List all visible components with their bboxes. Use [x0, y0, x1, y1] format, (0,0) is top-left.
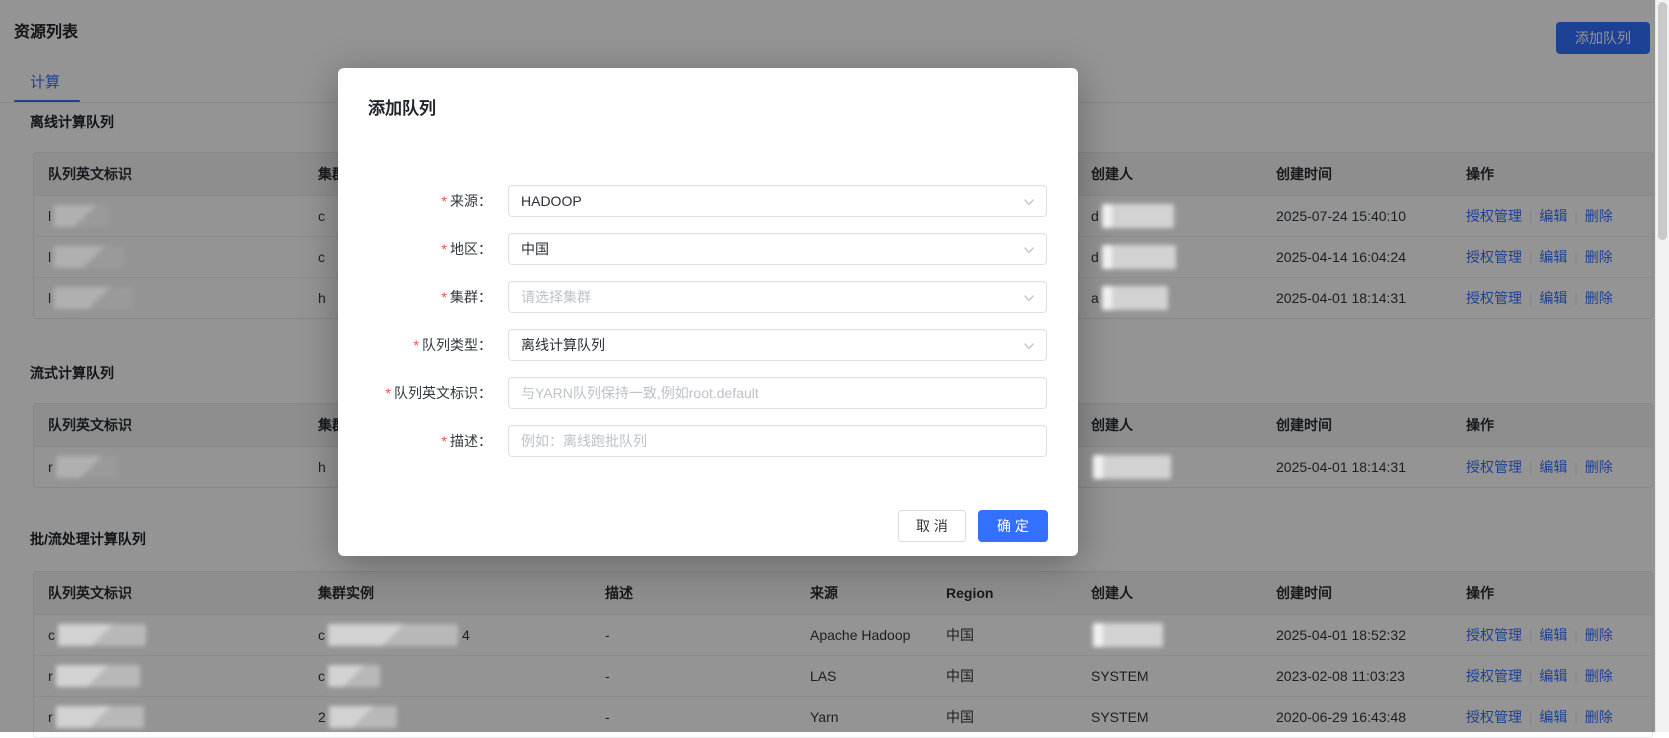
form-row: * 描述： — [368, 425, 1048, 457]
form-label: * 队列类型： — [413, 337, 492, 353]
form-select-离线计算队列[interactable]: 离线计算队列 — [508, 329, 1047, 361]
required-star: * — [441, 193, 447, 209]
add-queue-form: * 来源： HADOOP * 地区： 中国 * 集群： 请选择集群 * 队列类型： 离线计算队列 * 队列… — [368, 185, 1048, 457]
required-star: * — [441, 433, 447, 449]
redacted-text — [1101, 286, 1168, 310]
scrollbar-thumb[interactable] — [1658, 2, 1667, 240]
chevron-down-icon — [1023, 199, 1035, 206]
select-value: HADOOP — [521, 193, 582, 209]
select-value: 中国 — [521, 241, 549, 257]
required-star: * — [441, 241, 447, 257]
confirm-button[interactable]: 确 定 — [978, 510, 1048, 542]
scrollbar-track[interactable] — [1655, 0, 1669, 732]
form-row: * 队列类型： 离线计算队列 — [368, 329, 1048, 361]
form-label: * 队列英文标识： — [385, 385, 492, 401]
form-row: * 地区： 中国 — [368, 233, 1048, 265]
redacted-text — [328, 624, 458, 646]
form-label: * 描述： — [441, 433, 492, 449]
redacted-text — [55, 456, 118, 478]
select-value: 离线计算队列 — [521, 337, 605, 353]
redacted-text — [328, 665, 380, 687]
form-input[interactable] — [508, 377, 1047, 409]
redacted-text — [54, 246, 125, 268]
redacted-text — [58, 624, 146, 646]
form-select-中国[interactable]: 中国 — [508, 233, 1047, 265]
redacted-text — [55, 706, 144, 728]
redacted-text — [54, 287, 135, 309]
form-input[interactable] — [508, 425, 1047, 457]
required-star: * — [441, 289, 447, 305]
form-select-HADOOP[interactable]: HADOOP — [508, 185, 1047, 217]
form-label: * 集群： — [441, 289, 492, 305]
add-queue-modal: 添加队列 * 来源： HADOOP * 地区： 中国 * 集群： 请选择集群 * 队列类型： 离线计算… — [338, 68, 1078, 556]
redacted-text — [1101, 245, 1176, 269]
form-label: * 地区： — [441, 241, 492, 257]
form-row: * 来源： HADOOP — [368, 185, 1048, 217]
modal-title: 添加队列 — [368, 99, 436, 118]
form-label: * 来源： — [441, 193, 492, 209]
chevron-down-icon — [1023, 295, 1035, 302]
chevron-down-icon — [1023, 343, 1035, 350]
modal-footer: 取 消 确 定 — [898, 510, 1048, 542]
redacted-text — [328, 706, 397, 728]
chevron-down-icon — [1023, 247, 1035, 254]
form-row: * 队列英文标识： — [368, 377, 1048, 409]
form-select-请选择集群[interactable]: 请选择集群 — [508, 281, 1047, 313]
redacted-text — [54, 205, 110, 227]
required-star: * — [413, 337, 419, 353]
required-star: * — [385, 385, 391, 401]
form-row: * 集群： 请选择集群 — [368, 281, 1048, 313]
redacted-text — [1101, 204, 1174, 228]
cancel-button[interactable]: 取 消 — [898, 510, 966, 542]
redacted-text — [55, 665, 140, 687]
select-value: 请选择集群 — [521, 289, 591, 305]
redacted-text — [1093, 455, 1171, 479]
redacted-text — [1093, 623, 1163, 647]
